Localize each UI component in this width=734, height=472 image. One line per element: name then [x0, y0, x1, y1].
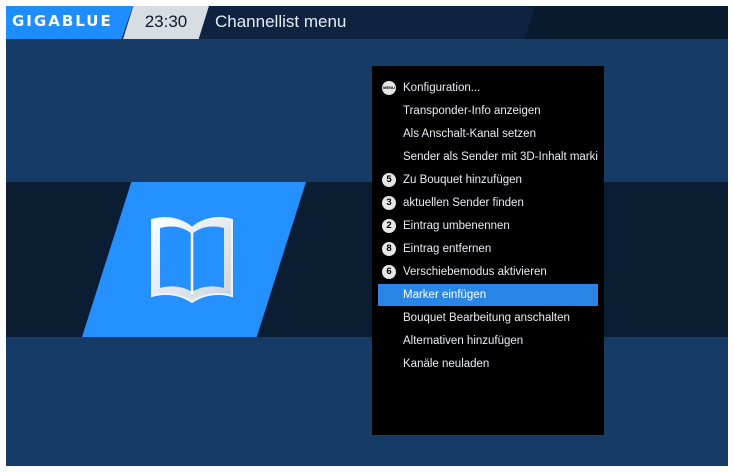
menu-item-label: Marker einfügen	[403, 289, 487, 301]
number-key-icon: 8	[382, 242, 396, 256]
menu-item[interactable]: Kanäle neuladen	[378, 353, 598, 375]
menu-item-label: Verschiebemodus aktivieren	[403, 266, 547, 278]
open-book-icon	[151, 217, 233, 304]
number-key-icon: 6	[382, 265, 396, 279]
menu-item[interactable]: Bouquet Bearbeitung anschalten	[378, 307, 598, 329]
menu-item-label: Als Anschalt-Kanal setzen	[403, 128, 536, 140]
menu-item-label: Bouquet Bearbeitung anschalten	[403, 312, 570, 324]
menu-item[interactable]: Marker einfügen	[378, 284, 598, 306]
menu-item[interactable]: 8 Eintrag entfernen	[378, 238, 598, 260]
clock: 23:30	[144, 12, 188, 31]
menu-item[interactable]: 3 aktuellen Sender finden	[378, 192, 598, 214]
number-key-icon: 2	[382, 219, 396, 233]
screen-title: Channellist menu	[215, 12, 347, 31]
title-area: Channellist menu	[199, 6, 535, 39]
menu-item-label: Transponder-Info anzeigen	[403, 105, 541, 117]
menu-item-label: aktuellen Sender finden	[403, 197, 524, 209]
menu-item[interactable]: Als Anschalt-Kanal setzen	[378, 123, 598, 145]
brand-logo: GIGABLUE	[12, 12, 113, 30]
brand-area: GIGABLUE	[6, 6, 133, 39]
clock-area: 23:30	[123, 6, 209, 39]
number-key-icon: 3	[382, 196, 396, 210]
top-bar: GIGABLUE 23:30 Channellist menu	[6, 6, 728, 39]
menu-item-label: Eintrag entfernen	[403, 243, 492, 255]
menu-item[interactable]: 5 Zu Bouquet hinzufügen	[378, 169, 598, 191]
menu-item[interactable]: 6 Verschiebemodus aktivieren	[378, 261, 598, 283]
menu-item-label: Konfiguration...	[403, 82, 481, 94]
tv-screen: GIGABLUE 23:30 Channellist menu MENU Konf…	[6, 6, 728, 466]
menu-item-label: Zu Bouquet hinzufügen	[403, 174, 522, 186]
menu-item-label: Sender als Sender mit 3D-Inhalt marki	[403, 151, 598, 163]
menu-button-icon: MENU	[382, 81, 396, 95]
menu-item-label: Alternativen hinzufügen	[403, 335, 524, 347]
context-menu: MENU Konfiguration... Transponder-Info anz…	[372, 66, 604, 435]
menu-item[interactable]: Sender als Sender mit 3D-Inhalt marki	[378, 146, 598, 168]
menu-item-label: Eintrag umbenennen	[403, 220, 510, 232]
menu-item[interactable]: Transponder-Info anzeigen	[378, 100, 598, 122]
menu-item[interactable]: 2 Eintrag umbenennen	[378, 215, 598, 237]
menu-item-label: Kanäle neuladen	[403, 358, 490, 370]
menu-item[interactable]: Alternativen hinzufügen	[378, 330, 598, 352]
number-key-icon: 5	[382, 173, 396, 187]
menu-item[interactable]: MENU Konfiguration...	[378, 77, 598, 99]
